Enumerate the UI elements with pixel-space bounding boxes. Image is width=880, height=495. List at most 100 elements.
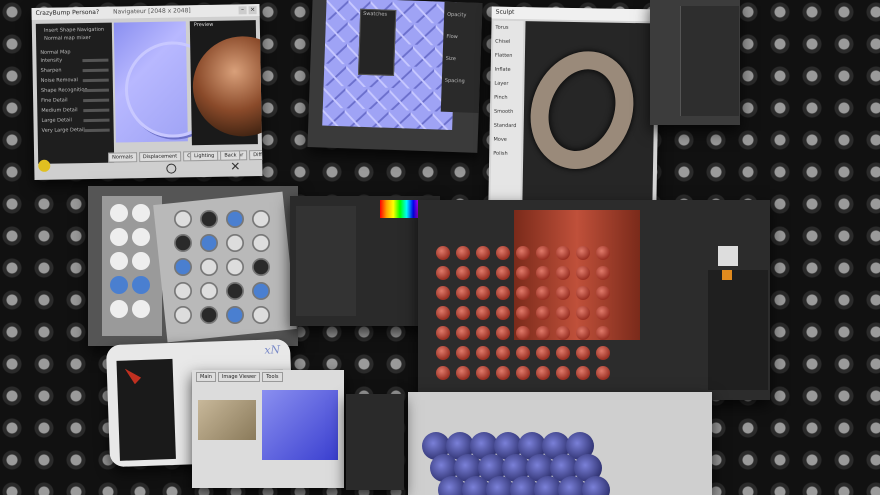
setting-slider[interactable] bbox=[82, 88, 109, 93]
decal-disc bbox=[174, 282, 192, 300]
decal-disc-left bbox=[110, 252, 128, 270]
copper-button bbox=[556, 326, 570, 340]
decal-disc bbox=[226, 306, 244, 324]
decal-disc bbox=[226, 282, 244, 300]
decal-disc-left bbox=[110, 204, 128, 222]
color-picker[interactable] bbox=[380, 200, 420, 218]
copper-button bbox=[556, 286, 570, 300]
map-tab[interactable]: Normals bbox=[108, 152, 137, 163]
xnormal-brand: xN bbox=[264, 343, 281, 357]
magnifier-icon[interactable] bbox=[166, 163, 177, 174]
swatch-panel-title: Swatches bbox=[363, 10, 388, 18]
xnormal-tabs: Main Image Viewer Tools bbox=[196, 372, 283, 382]
normal-thumb bbox=[262, 390, 338, 460]
minimize-button[interactable]: – bbox=[238, 6, 247, 15]
torus-viewport[interactable] bbox=[513, 21, 656, 209]
setting-slider[interactable] bbox=[83, 108, 110, 113]
decal-disc bbox=[252, 210, 270, 228]
copper-button bbox=[556, 346, 570, 360]
copper-button bbox=[516, 346, 530, 360]
sculpt-list-item[interactable]: Torus bbox=[495, 25, 508, 31]
copper-button bbox=[556, 306, 570, 320]
tool-accent-icon bbox=[722, 270, 732, 280]
copper-button bbox=[516, 306, 530, 320]
material-preview bbox=[718, 246, 738, 266]
sculpt-list-item[interactable]: Inflate bbox=[495, 67, 511, 73]
decal-disc-left bbox=[132, 228, 150, 246]
copper-button bbox=[556, 246, 570, 260]
decal-disc bbox=[252, 258, 270, 276]
setting-slider[interactable] bbox=[83, 128, 110, 133]
copper-button bbox=[476, 366, 490, 380]
decal-disc bbox=[200, 282, 218, 300]
paint-options: Opacity Flow Size Spacing bbox=[440, 1, 483, 113]
close-button[interactable]: × bbox=[248, 6, 257, 15]
normal-map-preview bbox=[113, 21, 222, 143]
copper-button bbox=[536, 346, 550, 360]
copper-button bbox=[516, 286, 530, 300]
decal-disc bbox=[174, 210, 192, 228]
setting-slider[interactable] bbox=[82, 68, 109, 73]
sculpt-list-item[interactable]: Smooth bbox=[494, 109, 513, 115]
setting-label: Fine Detail bbox=[41, 97, 68, 104]
xnormal-tab[interactable]: Tools bbox=[262, 372, 283, 382]
copper-button bbox=[476, 286, 490, 300]
sculpt-list-item[interactable]: Chisel bbox=[495, 39, 510, 45]
small-list-window bbox=[346, 394, 404, 490]
paint-option-label: Size bbox=[445, 55, 456, 63]
sculpt-list-item[interactable]: Flatten bbox=[495, 53, 513, 59]
xnormal-tab[interactable]: Main bbox=[196, 372, 216, 382]
copper-button bbox=[596, 266, 610, 280]
decal-disc-left bbox=[132, 204, 150, 222]
decal-disc bbox=[252, 282, 270, 300]
setting-slider[interactable] bbox=[83, 118, 110, 123]
sculpt-list-item[interactable]: Standard bbox=[494, 123, 517, 129]
setting-slider[interactable] bbox=[82, 78, 109, 83]
tools-icon[interactable]: ✕ bbox=[230, 159, 240, 173]
sculpt-list-item[interactable]: Polish bbox=[493, 151, 508, 157]
decal-disc bbox=[200, 306, 218, 324]
layer-list bbox=[296, 206, 356, 316]
decal-disc-left bbox=[110, 300, 128, 318]
setting-label: Sharpen bbox=[40, 67, 62, 74]
decal-window bbox=[88, 186, 298, 346]
copper-button bbox=[436, 366, 450, 380]
decal-disc bbox=[200, 210, 218, 228]
copper-button bbox=[436, 266, 450, 280]
copper-button bbox=[456, 326, 470, 340]
preview-tab[interactable]: Lighting bbox=[190, 150, 219, 162]
copper-button bbox=[476, 346, 490, 360]
copper-button bbox=[576, 326, 590, 340]
decal-disc bbox=[252, 306, 270, 324]
copper-button bbox=[436, 306, 450, 320]
setting-slider[interactable] bbox=[82, 58, 109, 63]
map-tab[interactable]: Diffuse bbox=[249, 149, 263, 161]
setting-slider[interactable] bbox=[83, 98, 110, 103]
copper-button bbox=[436, 326, 450, 340]
sculpt-list-item[interactable]: Move bbox=[493, 137, 507, 143]
sculpt-list: Torus Chisel Flatten Inflate Layer Pinch Smoot… bbox=[490, 20, 524, 207]
setting-label: Very Large Detail bbox=[41, 127, 85, 134]
sculpt-list-item[interactable]: Pinch bbox=[494, 95, 507, 101]
paint-option-label: Spacing bbox=[444, 77, 465, 85]
decal-disc-left bbox=[132, 252, 150, 270]
decal-disc bbox=[200, 234, 218, 252]
copper-button bbox=[516, 266, 530, 280]
copper-button bbox=[496, 346, 510, 360]
copper-button bbox=[536, 326, 550, 340]
torus-model bbox=[513, 36, 651, 185]
torus-window: Sculpt Torus Chisel Flatten Inflate Layer Pin… bbox=[488, 6, 660, 214]
map-tab[interactable]: Displacement bbox=[138, 151, 182, 163]
copper-button bbox=[576, 346, 590, 360]
copper-button bbox=[536, 266, 550, 280]
copper-button bbox=[536, 246, 550, 260]
copper-button bbox=[576, 266, 590, 280]
copper-button bbox=[576, 306, 590, 320]
copper-button bbox=[476, 266, 490, 280]
sculpt-list-item[interactable]: Layer bbox=[494, 81, 508, 87]
copper-button bbox=[436, 286, 450, 300]
copper-button bbox=[516, 326, 530, 340]
copper-button bbox=[496, 246, 510, 260]
xnormal-tab[interactable]: Image Viewer bbox=[217, 372, 261, 382]
setting-label: Medium Detail bbox=[41, 107, 78, 114]
